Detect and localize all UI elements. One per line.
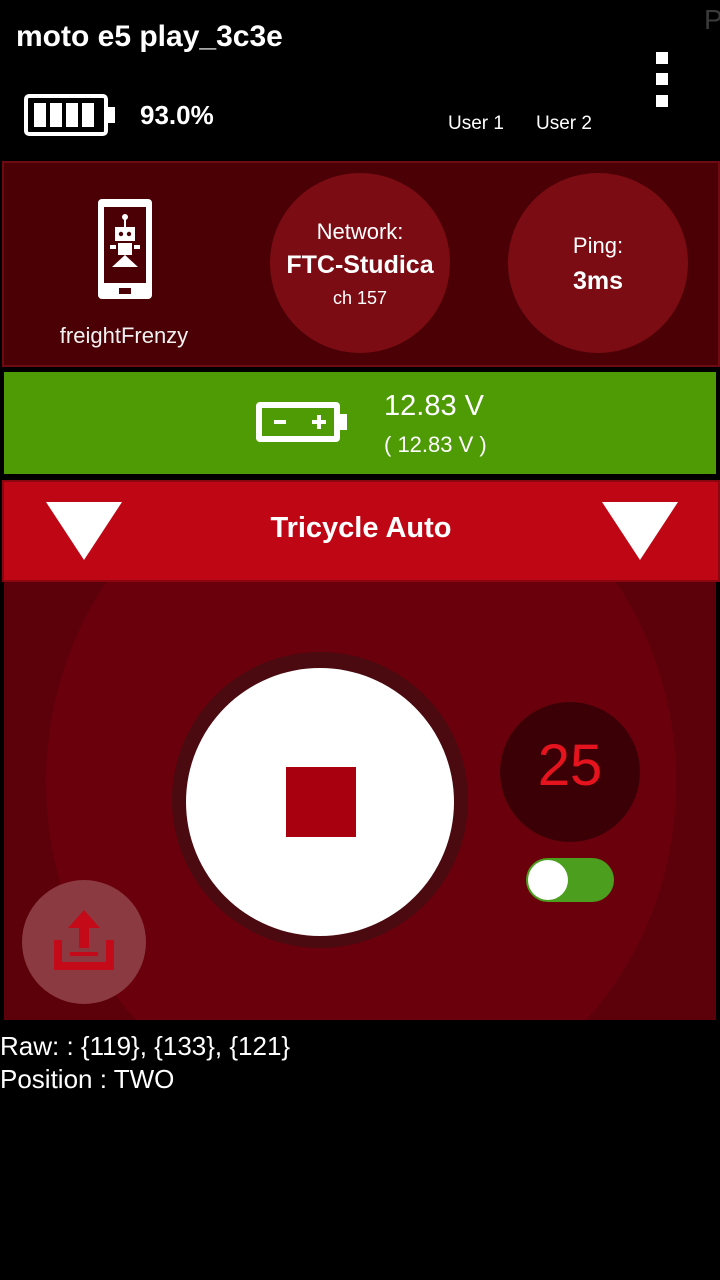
tab-user-2[interactable]: User 2 bbox=[536, 113, 592, 135]
timer-display[interactable]: 25 bbox=[500, 702, 640, 842]
ping-value: 3ms bbox=[572, 267, 624, 295]
opmode-selector[interactable]: Tricycle Auto bbox=[2, 480, 720, 582]
robot-battery-bar: 12.83 V ( 12.83 V ) bbox=[4, 372, 716, 474]
dropdown-triangle-right-icon[interactable] bbox=[602, 502, 678, 560]
ping-label: Ping: bbox=[572, 233, 624, 258]
ping-status: Ping: 3ms bbox=[508, 173, 688, 353]
driver-station-screen: moto e5 play_3c3e P 93.0% User 1 User 2 bbox=[0, 0, 720, 1280]
robot-battery-icon bbox=[256, 402, 347, 442]
battery-icon bbox=[24, 94, 115, 136]
toggle-knob bbox=[528, 860, 568, 900]
stop-button[interactable] bbox=[186, 668, 454, 936]
control-area: 25 bbox=[4, 582, 716, 1020]
upload-icon bbox=[54, 910, 114, 970]
network-name: FTC-Studica bbox=[286, 251, 434, 279]
corner-glyph: P bbox=[704, 4, 720, 35]
upload-button[interactable] bbox=[22, 880, 146, 1004]
network-label: Network: bbox=[316, 219, 404, 244]
robot-controller-phone-icon bbox=[98, 199, 152, 299]
timer-value: 25 bbox=[537, 733, 603, 798]
tab-user-1[interactable]: User 1 bbox=[448, 113, 504, 135]
telemetry-line-raw: Raw: : {119}, {133}, {121} bbox=[0, 1031, 291, 1061]
robot-voltage-min: ( 12.83 V ) bbox=[384, 432, 487, 457]
more-vert-icon[interactable] bbox=[656, 50, 670, 110]
timer-toggle[interactable] bbox=[526, 858, 614, 902]
stop-icon bbox=[286, 767, 356, 837]
telemetry-line-position: Position : TWO bbox=[0, 1064, 175, 1094]
robot-info-panel: freightFrenzy Network: FTC-Studica ch 15… bbox=[2, 161, 720, 367]
telemetry-panel: Raw: : {119}, {133}, {121} Position : TW… bbox=[0, 1030, 290, 1096]
network-channel: ch 157 bbox=[332, 288, 388, 308]
robot-voltage: 12.83 V bbox=[384, 390, 484, 422]
phone-battery-percent: 93.0% bbox=[140, 100, 214, 130]
robot-name: freightFrenzy bbox=[59, 323, 189, 348]
device-name: moto e5 play_3c3e bbox=[16, 20, 283, 53]
network-status: Network: FTC-Studica ch 157 bbox=[270, 173, 450, 353]
